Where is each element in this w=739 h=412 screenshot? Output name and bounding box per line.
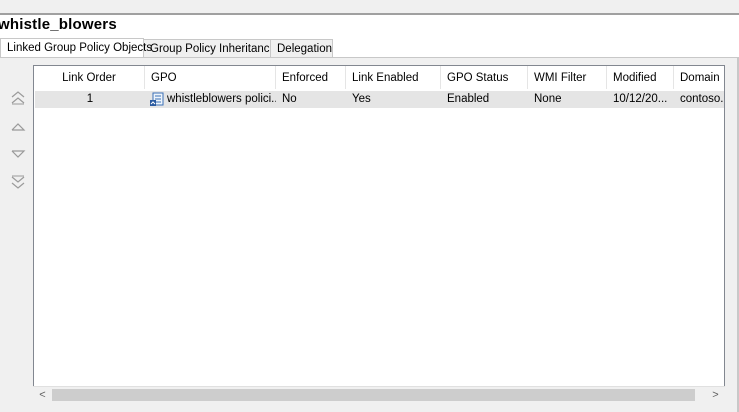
sort-ascending-icon: ⌃ [83,66,91,70]
move-to-bottom-icon [11,175,25,189]
column-header-link-enabled[interactable]: Link Enabled [346,66,441,89]
table-row[interactable]: 1 whistleblowers polici... No Yes Enable… [35,91,725,108]
column-header-wmi-filter[interactable]: WMI Filter [528,66,607,89]
container-title: whistle_blowers [0,16,117,33]
cell-enforced: No [282,93,297,105]
gpo-scroll-icon [150,92,164,106]
cell-wmi-filter: None [534,93,562,105]
move-to-top-button[interactable] [10,91,26,105]
scroll-right-button[interactable]: > [707,387,724,403]
move-up-button[interactable] [10,120,26,134]
top-strip [0,0,739,13]
move-to-top-icon [11,91,25,105]
tab-linked-gpos[interactable]: Linked Group Policy Objects [0,38,152,57]
cell-domain: contoso... [680,93,725,105]
column-header-link-order[interactable]: ⌃ Link Order [34,66,145,89]
column-header-modified[interactable]: Modified [607,66,674,89]
cell-link-enabled: Yes [352,93,371,105]
horizontal-scrollbar[interactable]: < > [33,386,725,403]
cell-gpo-name: whistleblowers polici... [167,93,276,105]
move-down-icon [11,150,26,158]
tab-delegation[interactable]: Delegation [270,39,333,57]
cell-link-order: 1 [86,93,94,105]
top-divider [0,13,739,15]
column-header-gpo[interactable]: GPO [145,66,276,89]
linked-gpo-list[interactable]: ⌃ Link Order GPO Enforced Link Enabled G… [33,65,725,403]
scrollbar-thumb[interactable] [52,389,695,401]
column-header-domain[interactable]: Domain [674,66,724,89]
column-header-row: ⌃ Link Order GPO Enforced Link Enabled G… [34,66,724,89]
column-header-gpo-status[interactable]: GPO Status [441,66,528,89]
move-to-bottom-button[interactable] [10,175,26,189]
cell-gpo-status: Enabled [447,93,490,105]
move-down-button[interactable] [10,147,26,161]
cell-gpo: whistleblowers polici... [145,91,276,108]
column-header-enforced[interactable]: Enforced [276,66,346,89]
scroll-left-button[interactable]: < [34,387,51,403]
cell-modified: 10/12/20... [613,93,668,105]
move-up-icon [11,123,26,131]
tab-gp-inheritance[interactable]: Group Policy Inheritance [143,39,276,57]
